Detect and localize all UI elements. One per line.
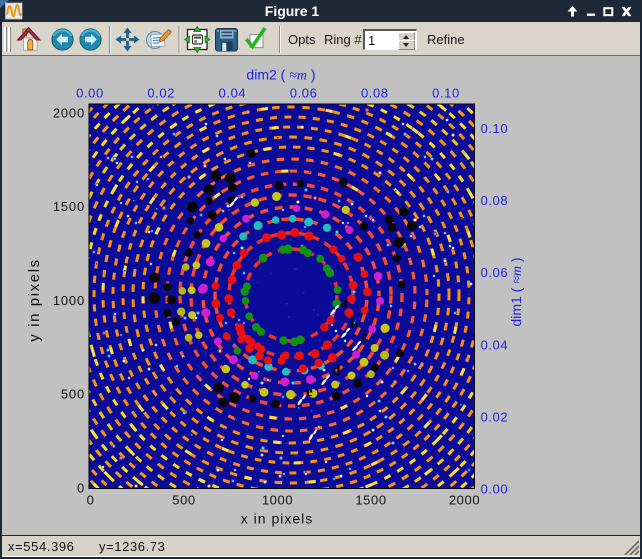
svg-text:e: e bbox=[306, 384, 313, 400]
svg-text:1500: 1500 bbox=[355, 493, 386, 508]
svg-text:0.04: 0.04 bbox=[481, 337, 509, 352]
svg-text:0.08: 0.08 bbox=[481, 193, 509, 208]
svg-text:500: 500 bbox=[61, 387, 85, 402]
svg-text:Refine: Refine bbox=[427, 32, 465, 47]
svg-text:a: a bbox=[340, 295, 348, 311]
svg-text:y in pixels: y in pixels bbox=[26, 258, 43, 341]
svg-text:dim2 ( ≈m ): dim2 ( ≈m ) bbox=[246, 67, 315, 84]
svg-text:0.06: 0.06 bbox=[481, 265, 509, 280]
svg-text:0.00: 0.00 bbox=[76, 86, 104, 101]
svg-text:0.02: 0.02 bbox=[481, 409, 509, 424]
svg-text:dim1 ( ≈m ): dim1 ( ≈m ) bbox=[508, 257, 525, 326]
svg-text:2000: 2000 bbox=[449, 493, 480, 508]
svg-text:0: 0 bbox=[77, 480, 85, 495]
svg-text:0: 0 bbox=[87, 493, 95, 508]
svg-text:0.04: 0.04 bbox=[219, 86, 247, 101]
svg-text:Figure 1: Figure 1 bbox=[265, 3, 320, 19]
svg-text:2000: 2000 bbox=[53, 106, 85, 121]
svg-text:500: 500 bbox=[172, 493, 196, 508]
svg-text:c: c bbox=[361, 329, 368, 345]
svg-text:0.08: 0.08 bbox=[361, 86, 389, 101]
svg-text:1000: 1000 bbox=[53, 293, 85, 308]
svg-text:Ring #: Ring # bbox=[324, 32, 362, 47]
svg-text:0.06: 0.06 bbox=[290, 86, 318, 101]
svg-text:b: b bbox=[350, 316, 358, 332]
svg-text:0.10: 0.10 bbox=[481, 121, 509, 136]
svg-text:0.00: 0.00 bbox=[481, 482, 509, 497]
svg-text:1500: 1500 bbox=[53, 199, 85, 214]
svg-text:0.10: 0.10 bbox=[432, 86, 460, 101]
svg-text:Opts: Opts bbox=[288, 32, 316, 47]
svg-text:0.02: 0.02 bbox=[147, 86, 175, 101]
svg-text:1000: 1000 bbox=[262, 493, 293, 508]
svg-text:x in pixels: x in pixels bbox=[241, 511, 313, 527]
svg-text:d: d bbox=[332, 363, 341, 379]
